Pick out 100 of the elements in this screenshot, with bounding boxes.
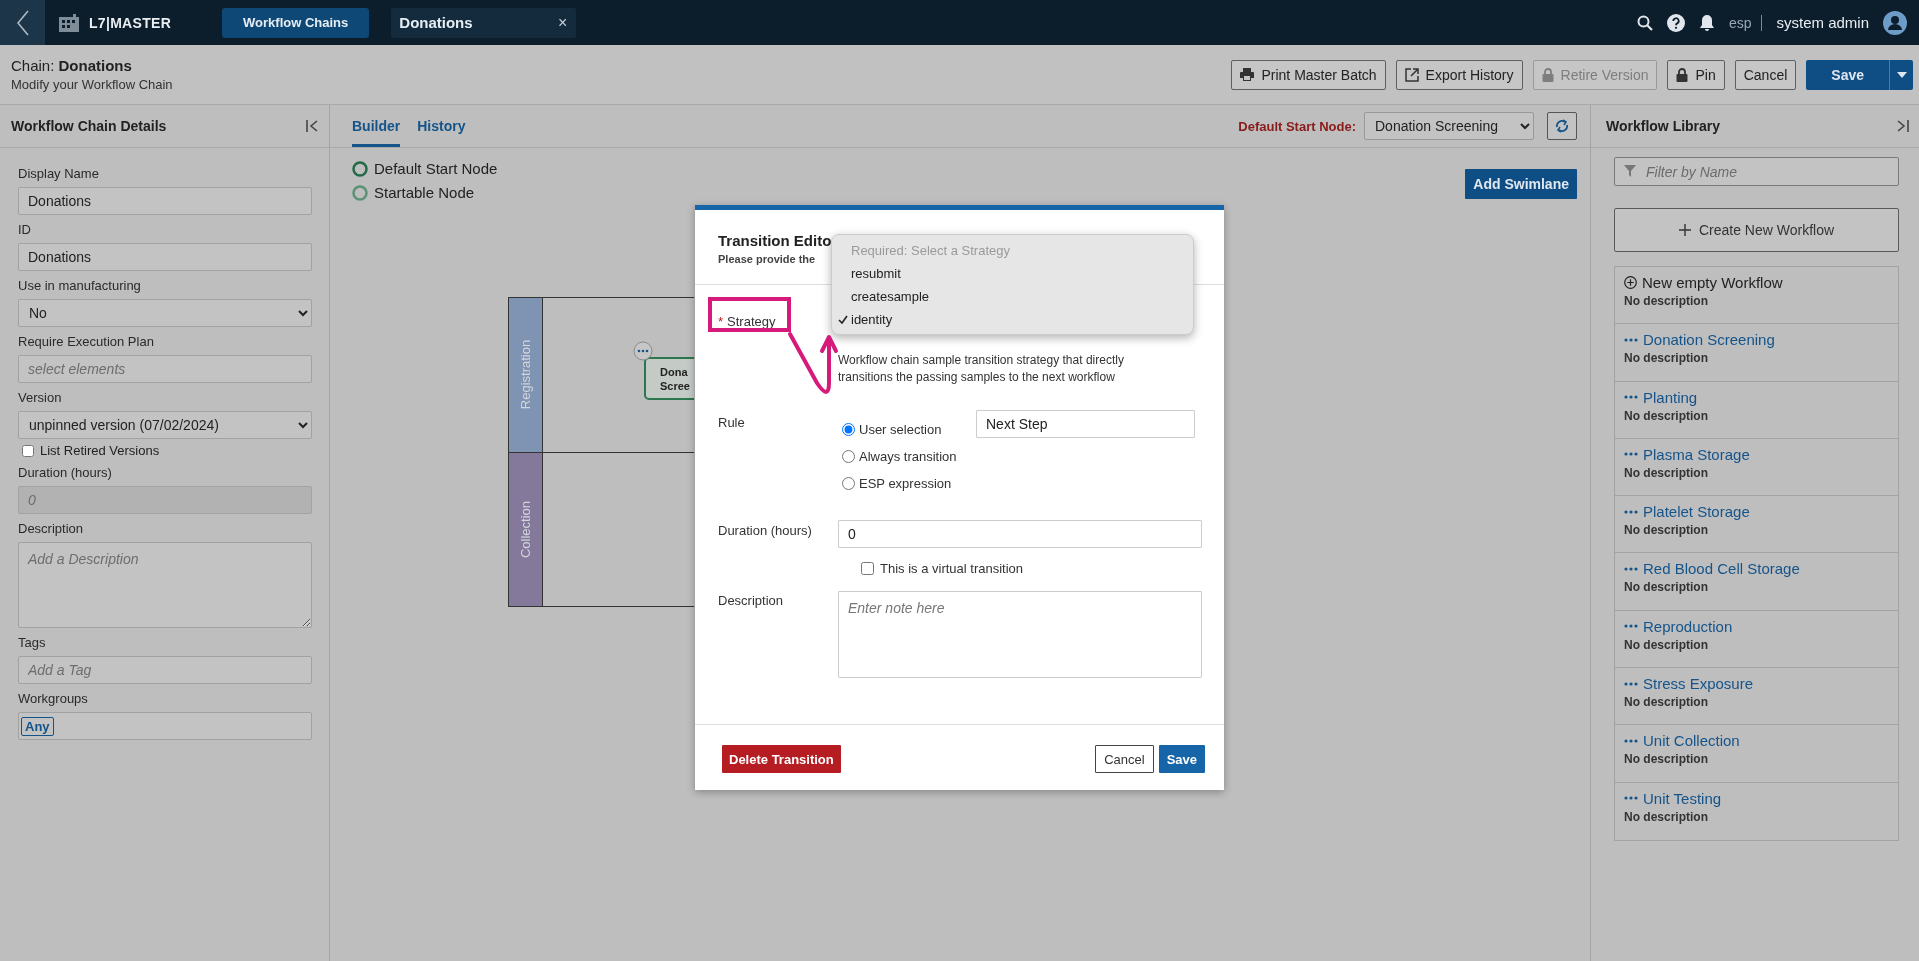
tags-field[interactable]: Any (18, 712, 312, 740)
view-tab[interactable]: Builder (352, 105, 401, 147)
app-name: L7|MASTER (89, 14, 172, 31)
cancel-button[interactable]: Cancel (1095, 745, 1154, 773)
workflow-description: No description (1624, 523, 1708, 538)
dropdown-option[interactable]: resubmit (832, 262, 1193, 285)
dropdown-option[interactable]: identity (832, 308, 1193, 331)
action-button[interactable]: Export History (1395, 59, 1523, 90)
checkbox[interactable] (22, 444, 34, 457)
ring-icon (352, 184, 368, 201)
more-icon (633, 341, 653, 361)
dots-icon (1624, 796, 1638, 801)
workflow-list-item[interactable]: Plasma Storage No description (1615, 438, 1898, 497)
workflow-description: No description (1624, 465, 1708, 480)
dialog-title: Transition Edito (718, 232, 832, 249)
workflow-list-item[interactable]: Unit Collection No description (1615, 725, 1898, 783)
workflow-list-item[interactable]: Red Blood Cell Storage No description (1615, 553, 1898, 611)
collapse-left-icon (306, 120, 319, 132)
radio-button[interactable] (842, 423, 855, 436)
user-name[interactable]: system admin (1776, 14, 1869, 31)
save-button[interactable]: Save (1158, 745, 1205, 773)
add-circle-icon (1624, 276, 1637, 289)
text-field[interactable]: Next Step (976, 410, 1195, 438)
text-field[interactable]: 0 (838, 520, 1202, 548)
collapse-panel-button[interactable] (1896, 120, 1909, 132)
tag-chip[interactable]: Any (21, 716, 54, 736)
nav-tab[interactable]: Workflow Chains (222, 7, 370, 38)
chain-title: Chain: Donations (11, 57, 133, 74)
create-workflow-button[interactable]: Create New Workflow (1614, 208, 1899, 252)
field-label: Description (718, 593, 784, 608)
dots-icon (1624, 509, 1638, 514)
save-options-button[interactable] (1889, 59, 1913, 90)
dots-icon (1624, 567, 1638, 571)
select-field[interactable]: unpinned version (07/02/2024) (18, 411, 312, 439)
close-tab-button[interactable]: × (557, 13, 568, 32)
action-button[interactable]: Print Master Batch (1231, 59, 1386, 90)
lock-icon (1676, 67, 1689, 82)
export-icon (1404, 67, 1419, 82)
description-field[interactable]: Add a Description (18, 542, 312, 628)
filter-field[interactable]: Filter by Name (1614, 157, 1899, 186)
save-button[interactable]: Save (1806, 59, 1889, 90)
description-field[interactable]: Enter note here (838, 591, 1202, 678)
panel-title: Workflow Chain Details (11, 118, 167, 134)
search-icon (1636, 14, 1653, 31)
workflow-list-item[interactable]: Platelet Storage No description (1615, 496, 1898, 554)
add-swimlane-button[interactable]: Add Swimlane (1465, 169, 1577, 199)
document-tab[interactable]: Donations × (391, 7, 577, 38)
field-label: Rule (718, 415, 745, 430)
workflow-list-item[interactable]: Donation Screening No description (1615, 324, 1898, 382)
workflow-name: Planting (1643, 388, 1698, 406)
workflow-description: No description (1624, 637, 1708, 652)
workflow-node[interactable]: Dona Scree (644, 357, 694, 400)
workflow-name: Plasma Storage (1643, 445, 1750, 463)
workflow-list-item[interactable]: New empty Workflow No description (1615, 267, 1898, 325)
field-label: Use in manufacturing (18, 277, 141, 294)
workflow-name: Unit Testing (1643, 789, 1722, 807)
help-icon (1666, 13, 1685, 32)
field-label: Display Name (18, 165, 99, 182)
radio-label: Always transition (859, 449, 957, 464)
radio-button[interactable] (842, 477, 855, 490)
workflow-name: Reproduction (1643, 617, 1733, 635)
tab-label: Donations (399, 14, 473, 31)
refresh-button[interactable] (1547, 112, 1577, 140)
dropdown-option: Required: Select a Strategy (832, 239, 1193, 262)
radio-button[interactable] (842, 450, 855, 463)
select-field[interactable]: No (18, 299, 312, 327)
workflow-name: New empty Workflow (1642, 274, 1783, 291)
workflow-list-item[interactable]: Reproduction No description (1615, 610, 1898, 669)
avatar-icon (1883, 10, 1907, 35)
workflow-list-item[interactable]: Unit Testing No description (1615, 782, 1898, 840)
collapse-panel-button[interactable] (306, 120, 319, 132)
printer-icon (1240, 68, 1255, 81)
text-field[interactable]: select elements (18, 355, 312, 383)
view-tab[interactable]: History (417, 105, 466, 147)
workflow-description: No description (1624, 695, 1708, 710)
workflow-name: Stress Exposure (1643, 675, 1754, 693)
delete-transition-button[interactable]: Delete Transition (722, 745, 841, 773)
organization-label: esp (1728, 14, 1763, 31)
workflow-name: Donation Screening (1643, 331, 1775, 349)
back-button[interactable] (0, 0, 45, 45)
grid-icon (59, 13, 79, 32)
checkbox[interactable] (861, 562, 874, 575)
action-button[interactable]: Pin (1667, 59, 1725, 90)
workflow-description: No description (1624, 580, 1708, 595)
start-node-select[interactable]: Donation Screening (1364, 112, 1534, 140)
plus-icon (1678, 224, 1691, 236)
field-label: ID (18, 221, 31, 238)
dots-icon (1624, 624, 1638, 629)
workflow-list-item[interactable]: Stress Exposure No description (1615, 668, 1898, 726)
text-field[interactable]: Add a Tag (18, 656, 312, 684)
workflow-list-item[interactable]: Planting No description (1615, 381, 1898, 439)
field-label: Duration (hours) (18, 464, 112, 481)
action-button[interactable]: Cancel (1734, 59, 1797, 90)
dialog-subtitle: Please provide the (718, 253, 816, 265)
dropdown-option[interactable]: createsample (832, 285, 1193, 308)
text-field[interactable]: Donations (18, 187, 312, 215)
refresh-icon (1555, 119, 1569, 133)
chevron-left-icon (16, 9, 29, 36)
legend-label: Default Start Node (374, 160, 498, 177)
text-field[interactable]: Donations (18, 243, 312, 271)
